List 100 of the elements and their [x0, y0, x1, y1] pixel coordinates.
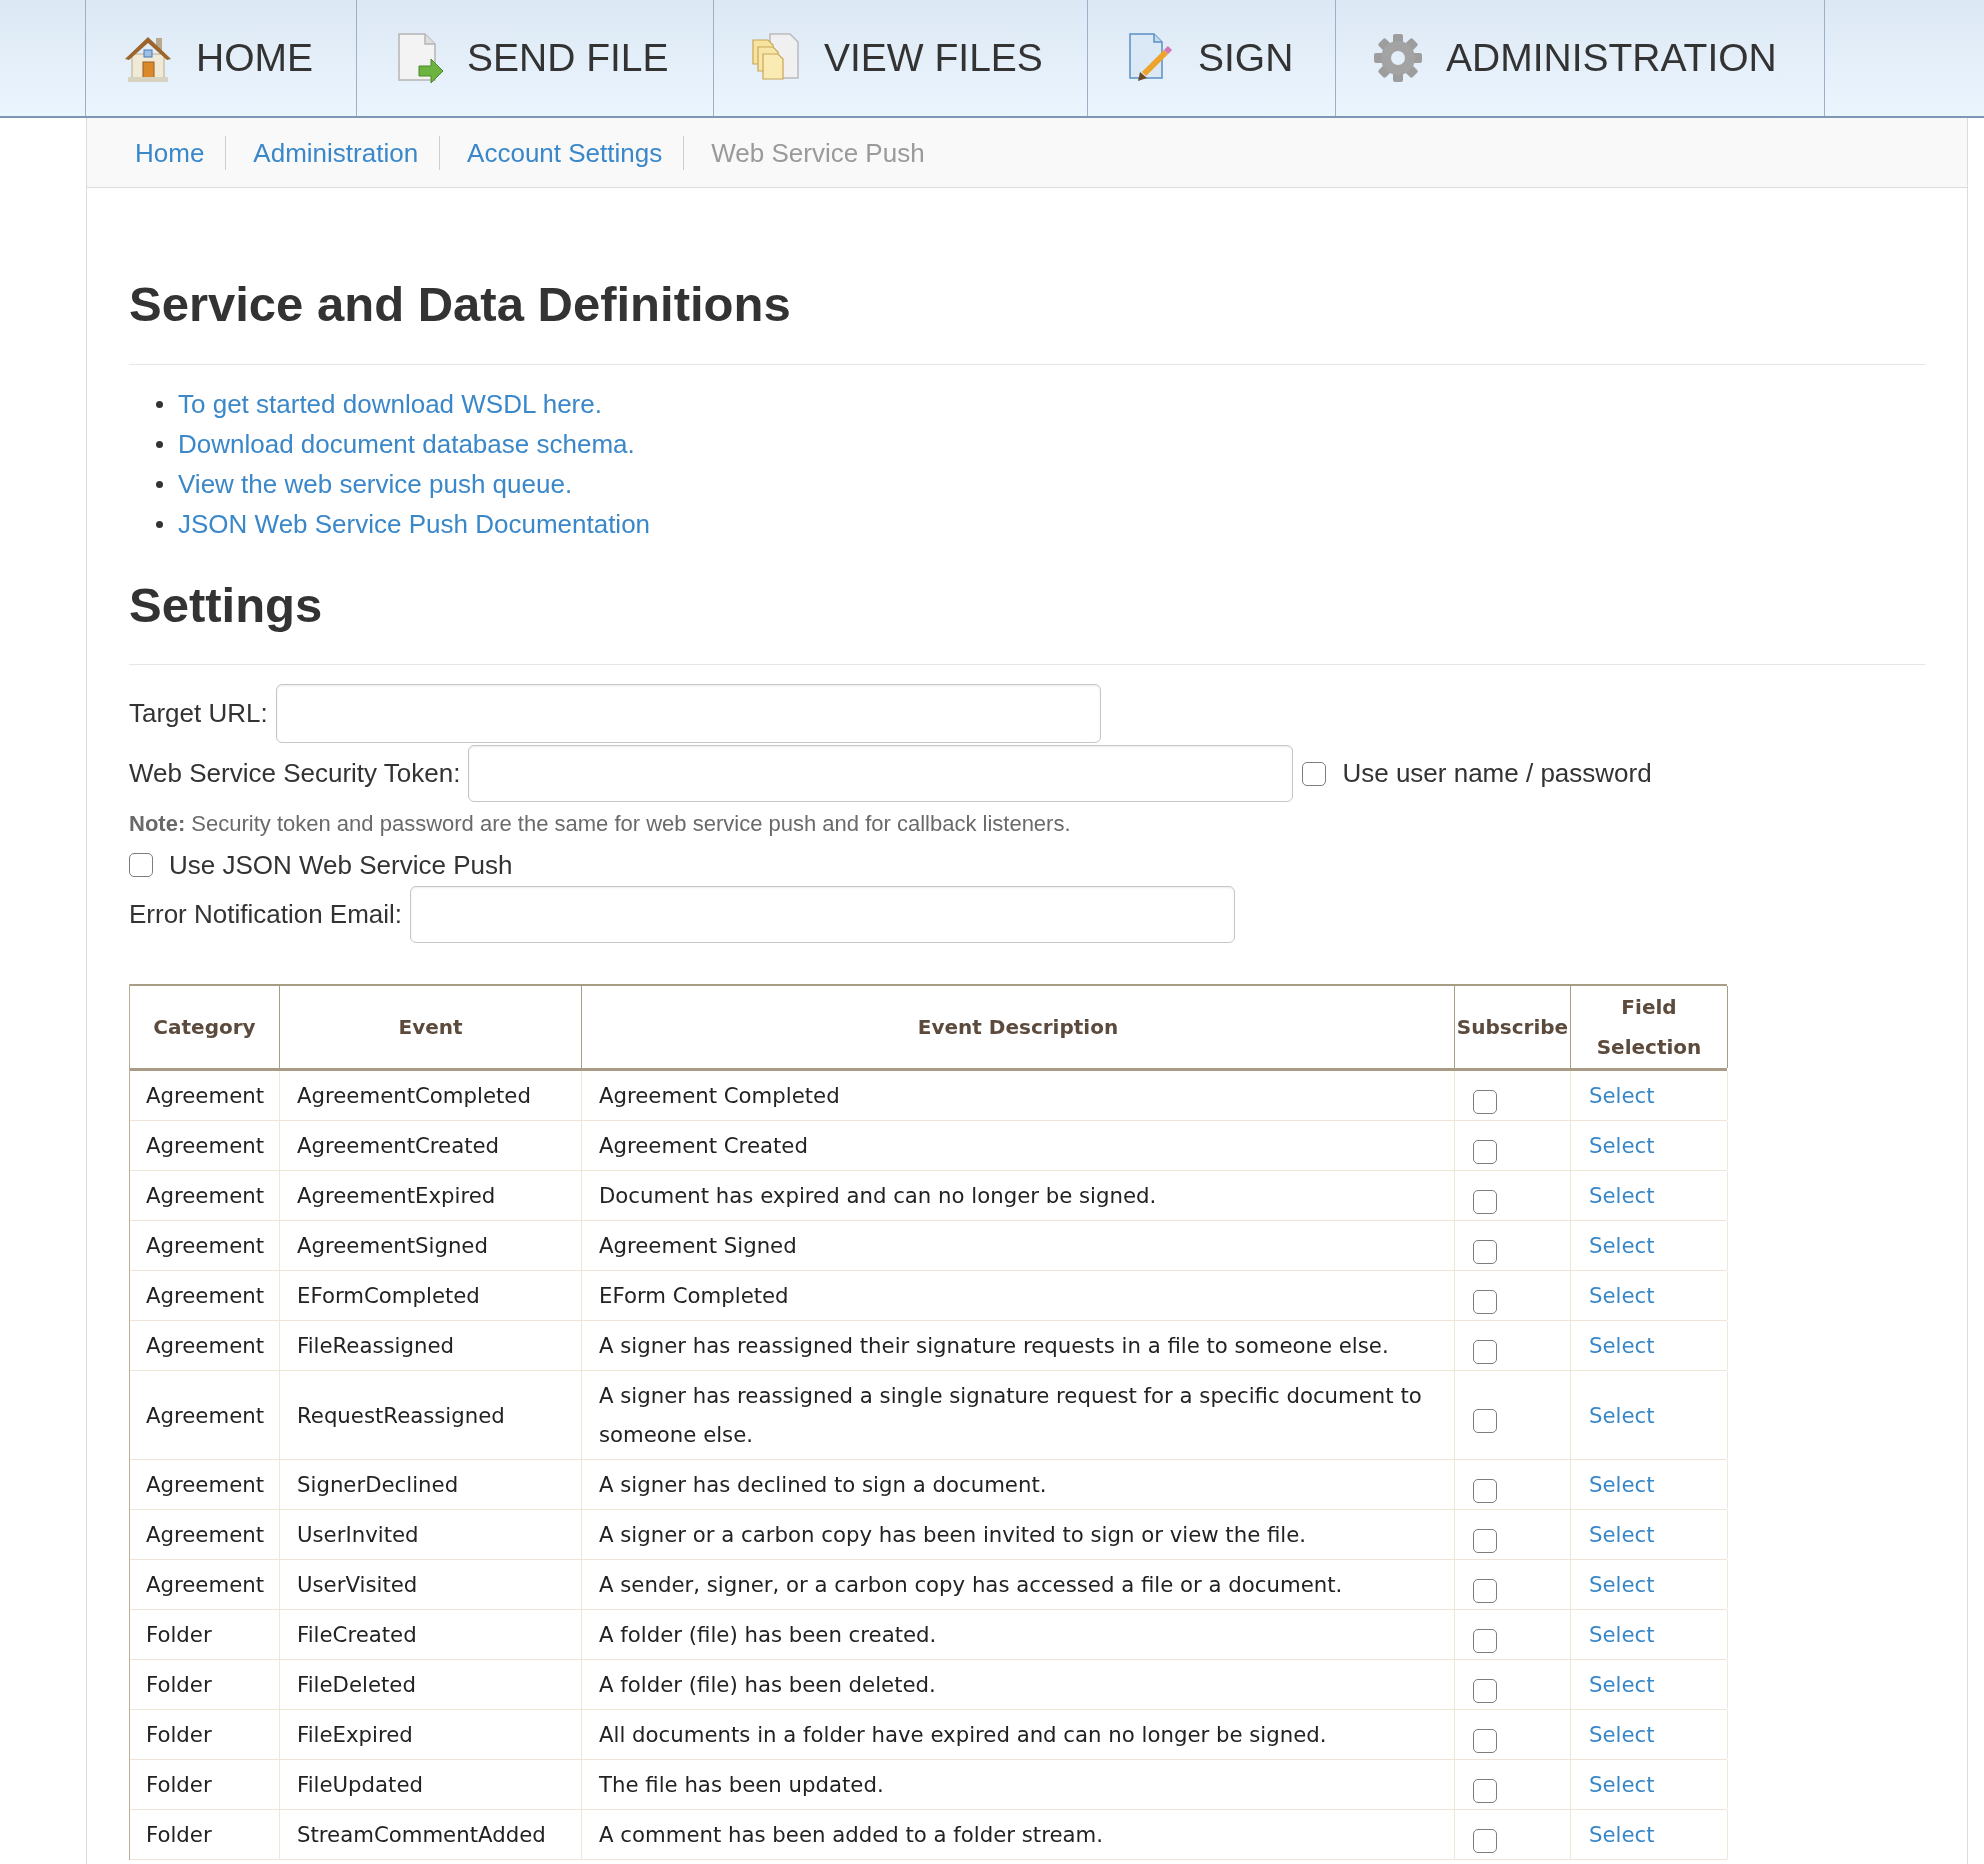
- table-cell: FileDeleted: [280, 1660, 582, 1709]
- table-cell: All documents in a folder have expired and can no longer be signed.: [582, 1710, 1455, 1759]
- table-cell: Folder: [130, 1660, 280, 1709]
- table-cell: RequestReassigned: [280, 1371, 582, 1459]
- select-link[interactable]: Select: [1589, 1126, 1655, 1165]
- table-cell: FileReassigned: [280, 1321, 582, 1370]
- subscribe-checkbox[interactable]: [1473, 1678, 1497, 1703]
- note-text: Note: Security token and password are the same for web service push and for callback listeners.: [129, 810, 1071, 838]
- gear-icon: [1372, 32, 1424, 84]
- nav-tab[interactable]: HOME: [86, 0, 357, 116]
- column-header: Event Description: [582, 986, 1455, 1068]
- table-cell: A signer or a carbon copy has been invited to sign or view the file.: [582, 1510, 1455, 1559]
- subscribe-checkbox[interactable]: [1473, 1089, 1497, 1114]
- nav-tab[interactable]: SEND FILE: [357, 0, 714, 116]
- table-cell: A signer has reassigned a single signature request for a specific document to someone else.: [582, 1371, 1455, 1459]
- checkbox[interactable]: [129, 853, 153, 877]
- subscribe-checkbox[interactable]: [1473, 1728, 1497, 1753]
- subscribe-checkbox[interactable]: [1473, 1778, 1497, 1803]
- column-header: Category: [130, 986, 280, 1068]
- subscribe-checkbox[interactable]: [1473, 1239, 1497, 1264]
- select-link[interactable]: Select: [1589, 1176, 1655, 1215]
- text-field[interactable]: [275, 684, 1101, 743]
- subscribe-checkbox[interactable]: [1473, 1139, 1497, 1164]
- table-cell: Folder: [130, 1610, 280, 1659]
- select-link[interactable]: Select: [1589, 1395, 1655, 1435]
- select-link[interactable]: Select: [1589, 1076, 1655, 1115]
- table-cell: Folder: [130, 1710, 280, 1759]
- subscribe-checkbox[interactable]: [1473, 1528, 1497, 1553]
- table-cell: The file has been updated.: [582, 1760, 1455, 1809]
- select-link[interactable]: Select: [1589, 1815, 1655, 1854]
- table-cell: UserInvited: [280, 1510, 582, 1559]
- select-link[interactable]: Select: [1589, 1465, 1655, 1504]
- table-cell: AgreementSigned: [280, 1221, 582, 1270]
- table-cell: FileCreated: [280, 1610, 582, 1659]
- table-cell: EForm Completed: [582, 1271, 1455, 1320]
- link[interactable]: JSON Web Service Push Documentation: [178, 508, 651, 540]
- table-cell: Agreement: [130, 1221, 280, 1270]
- subscribe-checkbox[interactable]: [1473, 1828, 1497, 1853]
- table-cell: EFormCompleted: [280, 1271, 582, 1320]
- table-cell: AgreementCreated: [280, 1121, 582, 1170]
- field-label: Web Service Security Token:: [129, 757, 461, 790]
- select-link[interactable]: Select: [1589, 1326, 1655, 1365]
- select-link[interactable]: Select: [1589, 1565, 1655, 1604]
- section-heading: Settings: [129, 577, 323, 633]
- subscribe-checkbox[interactable]: [1473, 1478, 1497, 1503]
- subscribe-checkbox[interactable]: [1473, 1289, 1497, 1314]
- select-link[interactable]: Select: [1589, 1226, 1655, 1265]
- subscribe-checkbox[interactable]: [1473, 1189, 1497, 1214]
- table-cell: Agreement: [130, 1271, 280, 1320]
- text-field[interactable]: [410, 886, 1236, 943]
- bullet-icon: [156, 440, 163, 448]
- field-label: Error Notification Email:: [129, 898, 403, 931]
- link[interactable]: To get started download WSDL here.: [178, 388, 602, 420]
- column-header: Event: [280, 986, 582, 1068]
- subscribe-checkbox[interactable]: [1473, 1578, 1497, 1603]
- column-header: Subscribe: [1455, 986, 1571, 1068]
- subscribe-checkbox[interactable]: [1473, 1339, 1497, 1364]
- table-cell: Agreement: [130, 1510, 280, 1559]
- current-page-label: Web Service Push: [711, 136, 925, 170]
- table-cell: Document has expired and can no longer be signed.: [582, 1171, 1455, 1220]
- select-link[interactable]: Select: [1589, 1665, 1655, 1704]
- table-cell: A folder (file) has been deleted.: [582, 1660, 1455, 1709]
- select-link[interactable]: Select: [1589, 1765, 1655, 1804]
- text-field[interactable]: [468, 745, 1294, 802]
- table-cell: Agreement: [130, 1171, 280, 1220]
- subscribe-checkbox[interactable]: [1473, 1628, 1497, 1653]
- breadcrumb-link[interactable]: Account Settings: [467, 135, 663, 170]
- table-cell: AgreementExpired: [280, 1171, 582, 1220]
- table-cell: A sender, signer, or a carbon copy has accessed a file or a document.: [582, 1560, 1455, 1609]
- table-cell: A folder (file) has been created.: [582, 1610, 1455, 1659]
- nav-tab[interactable]: SIGN: [1088, 0, 1336, 116]
- breadcrumb-link[interactable]: Home: [135, 135, 205, 170]
- subscribe-checkbox[interactable]: [1473, 1409, 1497, 1433]
- table-cell: Agreement: [130, 1121, 280, 1170]
- link[interactable]: Download document database schema.: [178, 428, 635, 460]
- bullet-icon: [156, 480, 163, 488]
- checkbox-label: Use user name / password: [1342, 757, 1652, 790]
- table-cell: StreamCommentAdded: [280, 1810, 582, 1859]
- table-cell: Agreement: [130, 1560, 280, 1609]
- select-link[interactable]: Select: [1589, 1615, 1655, 1654]
- bullet-icon: [156, 520, 163, 528]
- table-cell: Folder: [130, 1760, 280, 1809]
- nav-tab[interactable]: ADMINISTRATION: [1336, 0, 1825, 116]
- nav-tab[interactable]: VIEW FILES: [714, 0, 1088, 116]
- select-link[interactable]: Select: [1589, 1715, 1655, 1754]
- table-cell: SignerDeclined: [280, 1460, 582, 1509]
- table-cell: FileUpdated: [280, 1760, 582, 1809]
- checkbox-label: Use JSON Web Service Push: [169, 848, 513, 882]
- checkbox[interactable]: [1302, 761, 1327, 786]
- link[interactable]: View the web service push queue.: [178, 468, 573, 500]
- select-link[interactable]: Select: [1589, 1515, 1655, 1554]
- select-link[interactable]: Select: [1589, 1276, 1655, 1315]
- bullet-icon: [156, 400, 163, 408]
- breadcrumb-link[interactable]: Administration: [253, 135, 419, 170]
- table-cell: Agreement: [130, 1321, 280, 1370]
- table-cell: A signer has reassigned their signature requests in a file to someone else.: [582, 1321, 1455, 1370]
- table-cell: FileExpired: [280, 1710, 582, 1759]
- table-cell: AgreementCompleted: [280, 1071, 582, 1120]
- table-cell: A signer has declined to sign a document.: [582, 1460, 1455, 1509]
- table-cell: Agreement: [130, 1371, 280, 1459]
